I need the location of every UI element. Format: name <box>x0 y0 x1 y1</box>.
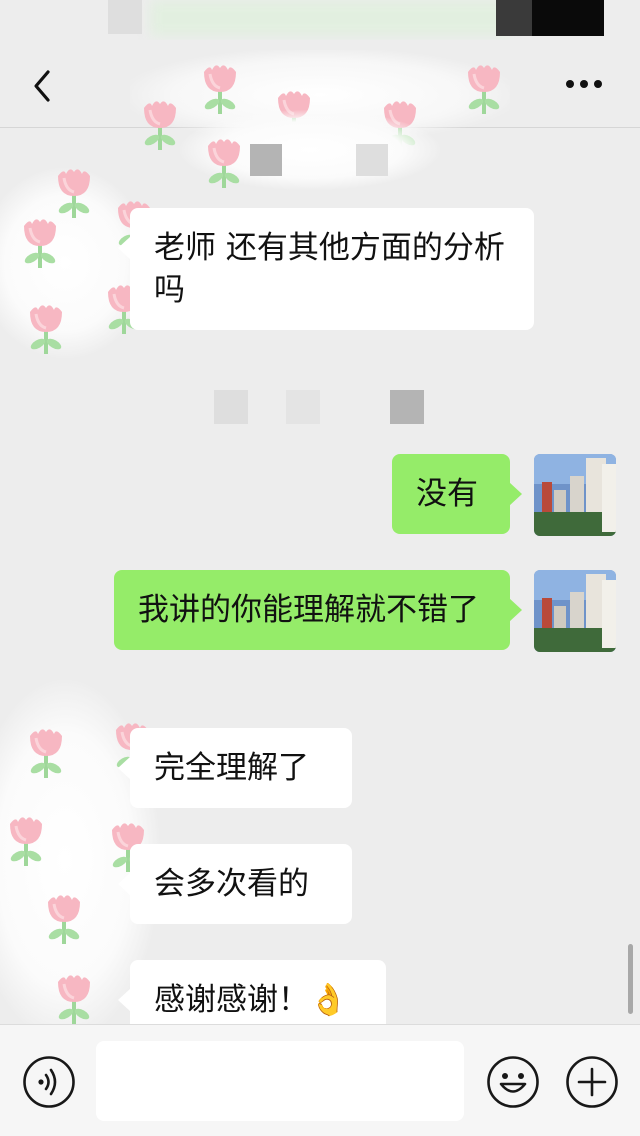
tulip-decoration <box>464 60 504 116</box>
message-bubble-received[interactable]: 老师 还有其他方面的分析吗 <box>118 208 534 330</box>
message-bubble-received[interactable]: 完全理解了 <box>118 728 352 808</box>
tulip-decoration <box>20 214 60 270</box>
voice-icon[interactable] <box>22 1055 76 1109</box>
tulip-decoration <box>54 970 94 1026</box>
input-bar <box>0 1024 640 1136</box>
message-input[interactable] <box>96 1041 464 1121</box>
status-dark-block <box>532 0 604 36</box>
message-bubble-sent[interactable]: 我讲的你能理解就不错了 <box>114 570 522 650</box>
status-dark-block <box>496 0 532 36</box>
back-icon[interactable] <box>28 66 58 106</box>
more-icon[interactable] <box>562 70 606 98</box>
status-mosaic <box>108 0 142 34</box>
timestamp-mosaic <box>356 144 388 176</box>
timestamp-mosaic <box>214 390 248 424</box>
tulip-decoration <box>44 890 84 946</box>
tulip-decoration <box>200 60 240 116</box>
message-bubble-received[interactable]: 会多次看的 <box>118 844 352 924</box>
avatar-self[interactable] <box>534 454 616 536</box>
timestamp-mosaic <box>390 390 424 424</box>
timestamp-mosaic <box>250 144 282 176</box>
timestamp-mosaic <box>286 390 320 424</box>
status-bar <box>0 0 640 40</box>
tulip-decoration <box>140 96 180 152</box>
emoji-icon[interactable] <box>486 1055 540 1109</box>
tulip-decoration <box>204 134 244 190</box>
plus-icon[interactable] <box>565 1055 619 1109</box>
tulip-decoration <box>26 724 66 780</box>
status-blur <box>150 0 510 36</box>
tulip-decoration <box>26 300 66 356</box>
chat-screen: 老师 还有其他方面的分析吗 没有 我讲的你能理解就不错了 完全理解了 会多次看的 <box>0 0 640 1136</box>
tulip-decoration <box>54 164 94 220</box>
chat-scrollbar[interactable] <box>628 944 633 1014</box>
tulip-decoration <box>6 812 46 868</box>
avatar-self[interactable] <box>534 570 616 652</box>
message-bubble-sent[interactable]: 没有 <box>392 454 522 534</box>
